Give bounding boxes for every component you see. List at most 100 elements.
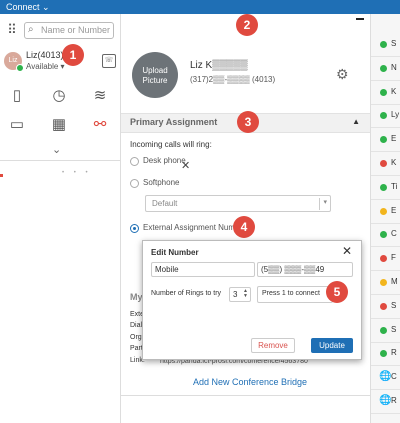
radio-softphone[interactable] <box>130 179 139 188</box>
contact-initial: S <box>391 300 397 310</box>
contact-item[interactable]: Ly <box>371 105 400 129</box>
contact-item[interactable]: S <box>371 320 400 343</box>
section-title: Primary Assignment <box>130 117 218 127</box>
presence-dot <box>380 136 387 144</box>
contact-item[interactable]: Ti <box>371 177 400 200</box>
conference-line: Dial <box>130 322 143 329</box>
contact-item[interactable]: N <box>371 58 400 81</box>
contact-item[interactable]: 🌐 C <box>371 367 400 391</box>
indicator <box>0 174 3 177</box>
contact-initial: S <box>391 39 397 48</box>
phone-settings-icon[interactable]: ☏ <box>102 54 116 68</box>
contact-initial: Ly <box>391 110 400 120</box>
contact-item[interactable]: S <box>371 296 400 319</box>
presence-dot <box>380 112 387 120</box>
profile-phone: (317)2▒▒-▒▒▒▒ (4013) <box>190 75 276 84</box>
chevron-down-icon: ▾ <box>319 198 327 210</box>
contact-initial: K <box>391 86 397 96</box>
search-icon: ⌕ <box>28 24 34 35</box>
number-label-input[interactable]: Mobile <box>151 262 255 277</box>
radio-desk-phone[interactable] <box>130 157 139 166</box>
divider <box>121 395 370 396</box>
contact-initial: M <box>391 277 398 286</box>
press-to-connect-select[interactable]: Press 1 to connect <box>257 286 333 303</box>
incoming-label: Incoming calls will ring: <box>130 140 212 149</box>
update-button[interactable]: Update <box>311 338 353 353</box>
contact-item[interactable]: M <box>371 272 400 295</box>
left-panel <box>0 14 121 423</box>
drag-handle[interactable]: • • • <box>62 170 92 176</box>
contact-initial: S <box>391 324 397 334</box>
gear-icon[interactable]: ⚙ <box>336 66 349 83</box>
callout-3: 3 <box>237 111 259 133</box>
stepper-arrows-icon[interactable]: ▲ ▼ <box>243 289 248 299</box>
radio-label-desk-phone: Desk phone <box>143 156 186 165</box>
close-icon[interactable]: ✕ <box>181 159 190 172</box>
rings-value: 3 <box>233 290 238 299</box>
presence-dot <box>380 64 387 72</box>
presence-dot <box>380 88 387 96</box>
callout-4: 4 <box>233 216 255 238</box>
contact-initial: F <box>391 253 396 263</box>
conference-heading: My <box>130 292 143 302</box>
close-icon[interactable]: ✕ <box>342 244 352 258</box>
contact-initial: K <box>391 158 397 167</box>
contact-item[interactable]: F <box>371 248 400 272</box>
conference-icon[interactable]: ⚯ <box>90 115 110 135</box>
divider <box>0 160 120 161</box>
contact-item[interactable]: K <box>371 153 400 176</box>
calendar-icon[interactable]: ▦ <box>49 115 69 135</box>
conference-line: Part <box>130 345 143 352</box>
presence-dot <box>380 326 387 334</box>
contact-initial: E <box>391 134 397 144</box>
presence-dot <box>380 279 387 286</box>
chevron-down-icon[interactable]: ⌄ <box>52 143 61 156</box>
history-icon[interactable]: ◷ <box>49 86 69 106</box>
contact-item[interactable]: K <box>371 82 400 105</box>
app-title[interactable]: Connect ⌄ <box>6 0 50 14</box>
presence-dot <box>380 160 387 167</box>
presence-dot <box>380 350 387 358</box>
minimize-button[interactable] <box>356 18 364 20</box>
conference-line: Org <box>130 334 142 341</box>
add-conference-bridge-link[interactable]: Add New Conference Bridge <box>193 377 307 387</box>
contacts-icon[interactable]: ▯ <box>7 86 27 106</box>
presence-dot <box>380 255 387 263</box>
presence-dot <box>380 183 387 191</box>
contact-initial: C <box>391 372 397 382</box>
contact-item[interactable]: R <box>371 343 400 367</box>
radio-label-softphone: Softphone <box>143 178 180 187</box>
globe-icon: 🌐 <box>379 395 392 406</box>
app-grid-icon[interactable]: ⠿ <box>4 22 20 38</box>
search-placeholder: Name or Number <box>41 25 111 35</box>
contact-item[interactable]: E <box>371 201 400 224</box>
chat-icon[interactable]: ▭ <box>7 115 27 135</box>
contact-initial: Ti <box>391 181 398 191</box>
collapse-icon[interactable]: ▲ <box>352 117 360 126</box>
presence-dot <box>380 41 387 48</box>
upload-picture-button[interactable]: Upload Picture <box>132 52 178 98</box>
dialog-title: Edit Number <box>151 248 199 257</box>
presence-dot <box>380 207 387 215</box>
contact-item[interactable]: C <box>371 224 400 248</box>
status-dropdown[interactable]: Available ▾ <box>26 62 65 71</box>
contact-initial: N <box>391 62 397 72</box>
presence-dot <box>16 64 24 72</box>
radio-external-number[interactable] <box>130 224 139 233</box>
radio-label-external-number: External Assignment Number <box>143 223 247 232</box>
remove-button[interactable]: Remove <box>251 338 295 353</box>
phone-number-input[interactable]: (5▒▒) ▒▒▒-▒▒49 <box>257 262 353 277</box>
contact-item[interactable]: 🌐 R <box>371 391 400 414</box>
rings-label: Number of Rings to try <box>151 290 222 297</box>
select-value: Default <box>152 199 178 208</box>
search-input[interactable]: ⌕ Name or Number <box>24 22 114 39</box>
contact-item[interactable]: S <box>371 34 400 57</box>
contact-initial: R <box>391 396 397 405</box>
contact-initial: C <box>391 229 397 239</box>
title-bar: Connect ⌄ <box>0 0 400 14</box>
voicemail-icon[interactable]: ≋ <box>90 86 110 106</box>
rings-stepper[interactable]: 3 ▲ ▼ <box>229 287 251 302</box>
contact-item[interactable]: E <box>371 129 400 153</box>
contact-initial: E <box>391 205 397 215</box>
softphone-select[interactable]: Default ▾ <box>145 195 331 212</box>
